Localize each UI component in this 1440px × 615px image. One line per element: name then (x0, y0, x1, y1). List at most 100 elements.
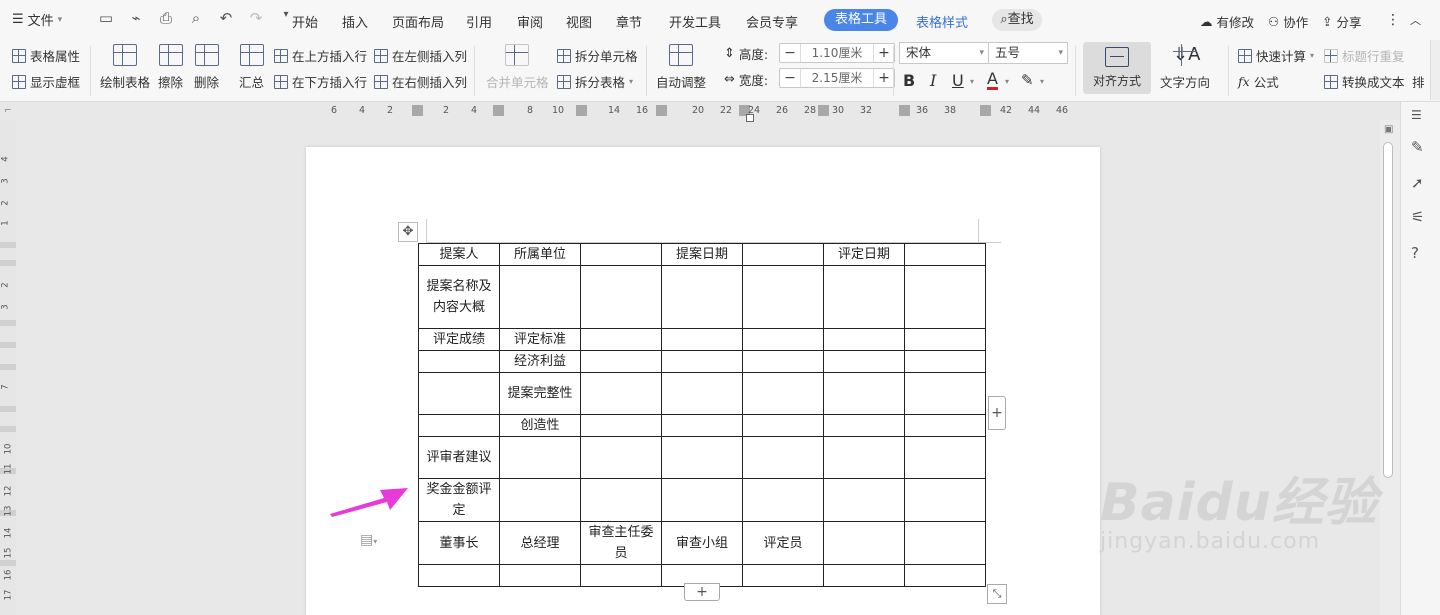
ruler-marker[interactable] (656, 105, 667, 116)
table-cell[interactable]: 评定日期 (823, 243, 905, 266)
menu-references[interactable]: 引用 (466, 12, 492, 31)
height-decrease-button[interactable]: − (780, 45, 800, 61)
table-cell[interactable] (499, 265, 581, 329)
summary-button[interactable]: 汇总 (239, 44, 264, 91)
width-decrease-button[interactable]: − (780, 70, 800, 86)
table-cell[interactable] (742, 265, 824, 329)
erase-button[interactable]: 擦除 (158, 44, 183, 91)
insert-below-button[interactable]: 在下方插入行 (274, 72, 367, 91)
table-cell[interactable] (823, 478, 905, 522)
table-cell[interactable] (661, 414, 743, 437)
share-button[interactable]: ⇪ 分享 (1322, 12, 1362, 31)
table-cell[interactable] (904, 478, 986, 522)
table-cell[interactable] (661, 436, 743, 479)
table-cell[interactable]: 奖金金额评定 (418, 478, 500, 522)
table-cell[interactable] (742, 564, 824, 587)
table-cell[interactable] (499, 436, 581, 479)
insert-left-button[interactable]: 在左侧插入列 (374, 46, 467, 65)
ruler-marker[interactable] (980, 105, 991, 116)
document-options-icon[interactable]: ▤▾ (360, 532, 377, 548)
tab-table-style[interactable]: 表格样式 (916, 12, 968, 31)
has-changes-button[interactable]: ☁ 有修改 (1200, 12, 1254, 31)
table-cell[interactable] (580, 564, 662, 587)
draw-table-button[interactable]: 绘制表格 (100, 44, 150, 91)
search-button[interactable]: ⌕查找 (992, 9, 1042, 31)
save-icon[interactable]: ▭ (96, 9, 116, 27)
table-cell[interactable] (742, 478, 824, 522)
menu-home[interactable]: 开始 (292, 12, 318, 31)
underline-button[interactable]: U (952, 71, 964, 90)
table-cell[interactable] (661, 350, 743, 373)
add-row-button[interactable]: + (684, 583, 720, 601)
table-cell[interactable] (904, 414, 986, 437)
split-table-button[interactable]: 拆分表格 ▾ (557, 72, 633, 91)
table-cell[interactable] (823, 265, 905, 329)
table-cell[interactable] (580, 265, 662, 329)
print-icon[interactable]: ⎙ (156, 9, 176, 27)
more-ribbon-button[interactable]: 排 (1412, 72, 1425, 91)
table-cell[interactable] (580, 372, 662, 415)
scroll-thumb[interactable] (1383, 142, 1393, 478)
file-menu-button[interactable]: ☰ 文件 ▾ (12, 10, 62, 29)
insert-above-button[interactable]: 在上方插入行 (274, 46, 367, 65)
chevron-down-icon[interactable]: ▾ (1040, 77, 1044, 86)
table-cell[interactable]: 评定标准 (499, 328, 581, 351)
table-cell[interactable]: 总经理 (499, 521, 581, 565)
table-cell[interactable] (823, 521, 905, 565)
table-cell[interactable]: 经济利益 (499, 350, 581, 373)
menu-developer[interactable]: 开发工具 (669, 12, 721, 31)
table-cell[interactable] (742, 436, 824, 479)
ruler-marker[interactable] (818, 105, 829, 116)
table-cell[interactable] (904, 328, 986, 351)
table-cell[interactable] (661, 328, 743, 351)
menu-chapter[interactable]: 章节 (616, 12, 642, 31)
table-cell[interactable] (742, 414, 824, 437)
table-cell[interactable] (823, 414, 905, 437)
bold-button[interactable]: B (903, 71, 915, 90)
width-value[interactable]: 2.15厘米 (800, 69, 874, 87)
indent-marker[interactable] (746, 114, 754, 122)
auto-adjust-button[interactable]: 自动调整 (656, 44, 706, 91)
ruler-marker[interactable] (493, 105, 504, 116)
vertical-scrollbar[interactable]: ▣ (1380, 120, 1400, 615)
table-cell[interactable]: 评审者建议 (418, 436, 500, 479)
show-grid-button[interactable]: 显示虚框 (12, 72, 80, 91)
collab-button[interactable]: ⚇ 协作 (1268, 12, 1308, 31)
table-cell[interactable] (580, 436, 662, 479)
tab-table-tools[interactable]: 表格工具 (824, 9, 898, 31)
collapse-ribbon-icon[interactable]: ︿ (1410, 12, 1421, 28)
height-increase-button[interactable]: + (874, 45, 894, 61)
pen-icon[interactable]: ✎ (1411, 138, 1424, 156)
ribbon-scroll[interactable] (1430, 40, 1440, 100)
convert-to-text-button[interactable]: 转换成文本 (1324, 72, 1405, 91)
table-cell[interactable] (904, 350, 986, 373)
menu-review[interactable]: 审阅 (517, 12, 543, 31)
table-cell[interactable]: 提案日期 (661, 243, 743, 266)
menu-insert[interactable]: 插入 (342, 12, 368, 31)
table-cell[interactable] (823, 350, 905, 373)
sidebar-menu-icon[interactable]: ☰ (1411, 108, 1422, 122)
menu-member[interactable]: 会员专享 (746, 12, 798, 31)
table-cell[interactable] (580, 478, 662, 522)
menu-view[interactable]: 视图 (566, 12, 592, 31)
add-column-button[interactable]: + (988, 396, 1006, 430)
undo-icon[interactable]: ↶ (216, 9, 236, 27)
align-button[interactable]: 对齐方式 (1083, 42, 1151, 94)
table-cell[interactable] (499, 478, 581, 522)
table-cell[interactable] (904, 372, 986, 415)
table-cell[interactable] (742, 372, 824, 415)
table-cell[interactable] (904, 521, 986, 565)
delete-button[interactable]: 删除 (194, 44, 219, 91)
table-cell[interactable] (904, 436, 986, 479)
table-cell[interactable] (418, 372, 500, 415)
print-preview-icon[interactable]: ⌕ (186, 9, 206, 27)
table-cell[interactable] (742, 350, 824, 373)
width-increase-button[interactable]: + (874, 70, 894, 86)
help-icon[interactable]: ? (1411, 244, 1419, 262)
table-cell[interactable] (823, 564, 905, 587)
cursor-icon[interactable]: ➚ (1411, 174, 1424, 192)
table-cell[interactable] (823, 372, 905, 415)
table-cell[interactable]: 所属单位 (499, 243, 581, 266)
table-cell[interactable] (580, 414, 662, 437)
table-props-button[interactable]: 表格属性 (12, 46, 80, 65)
